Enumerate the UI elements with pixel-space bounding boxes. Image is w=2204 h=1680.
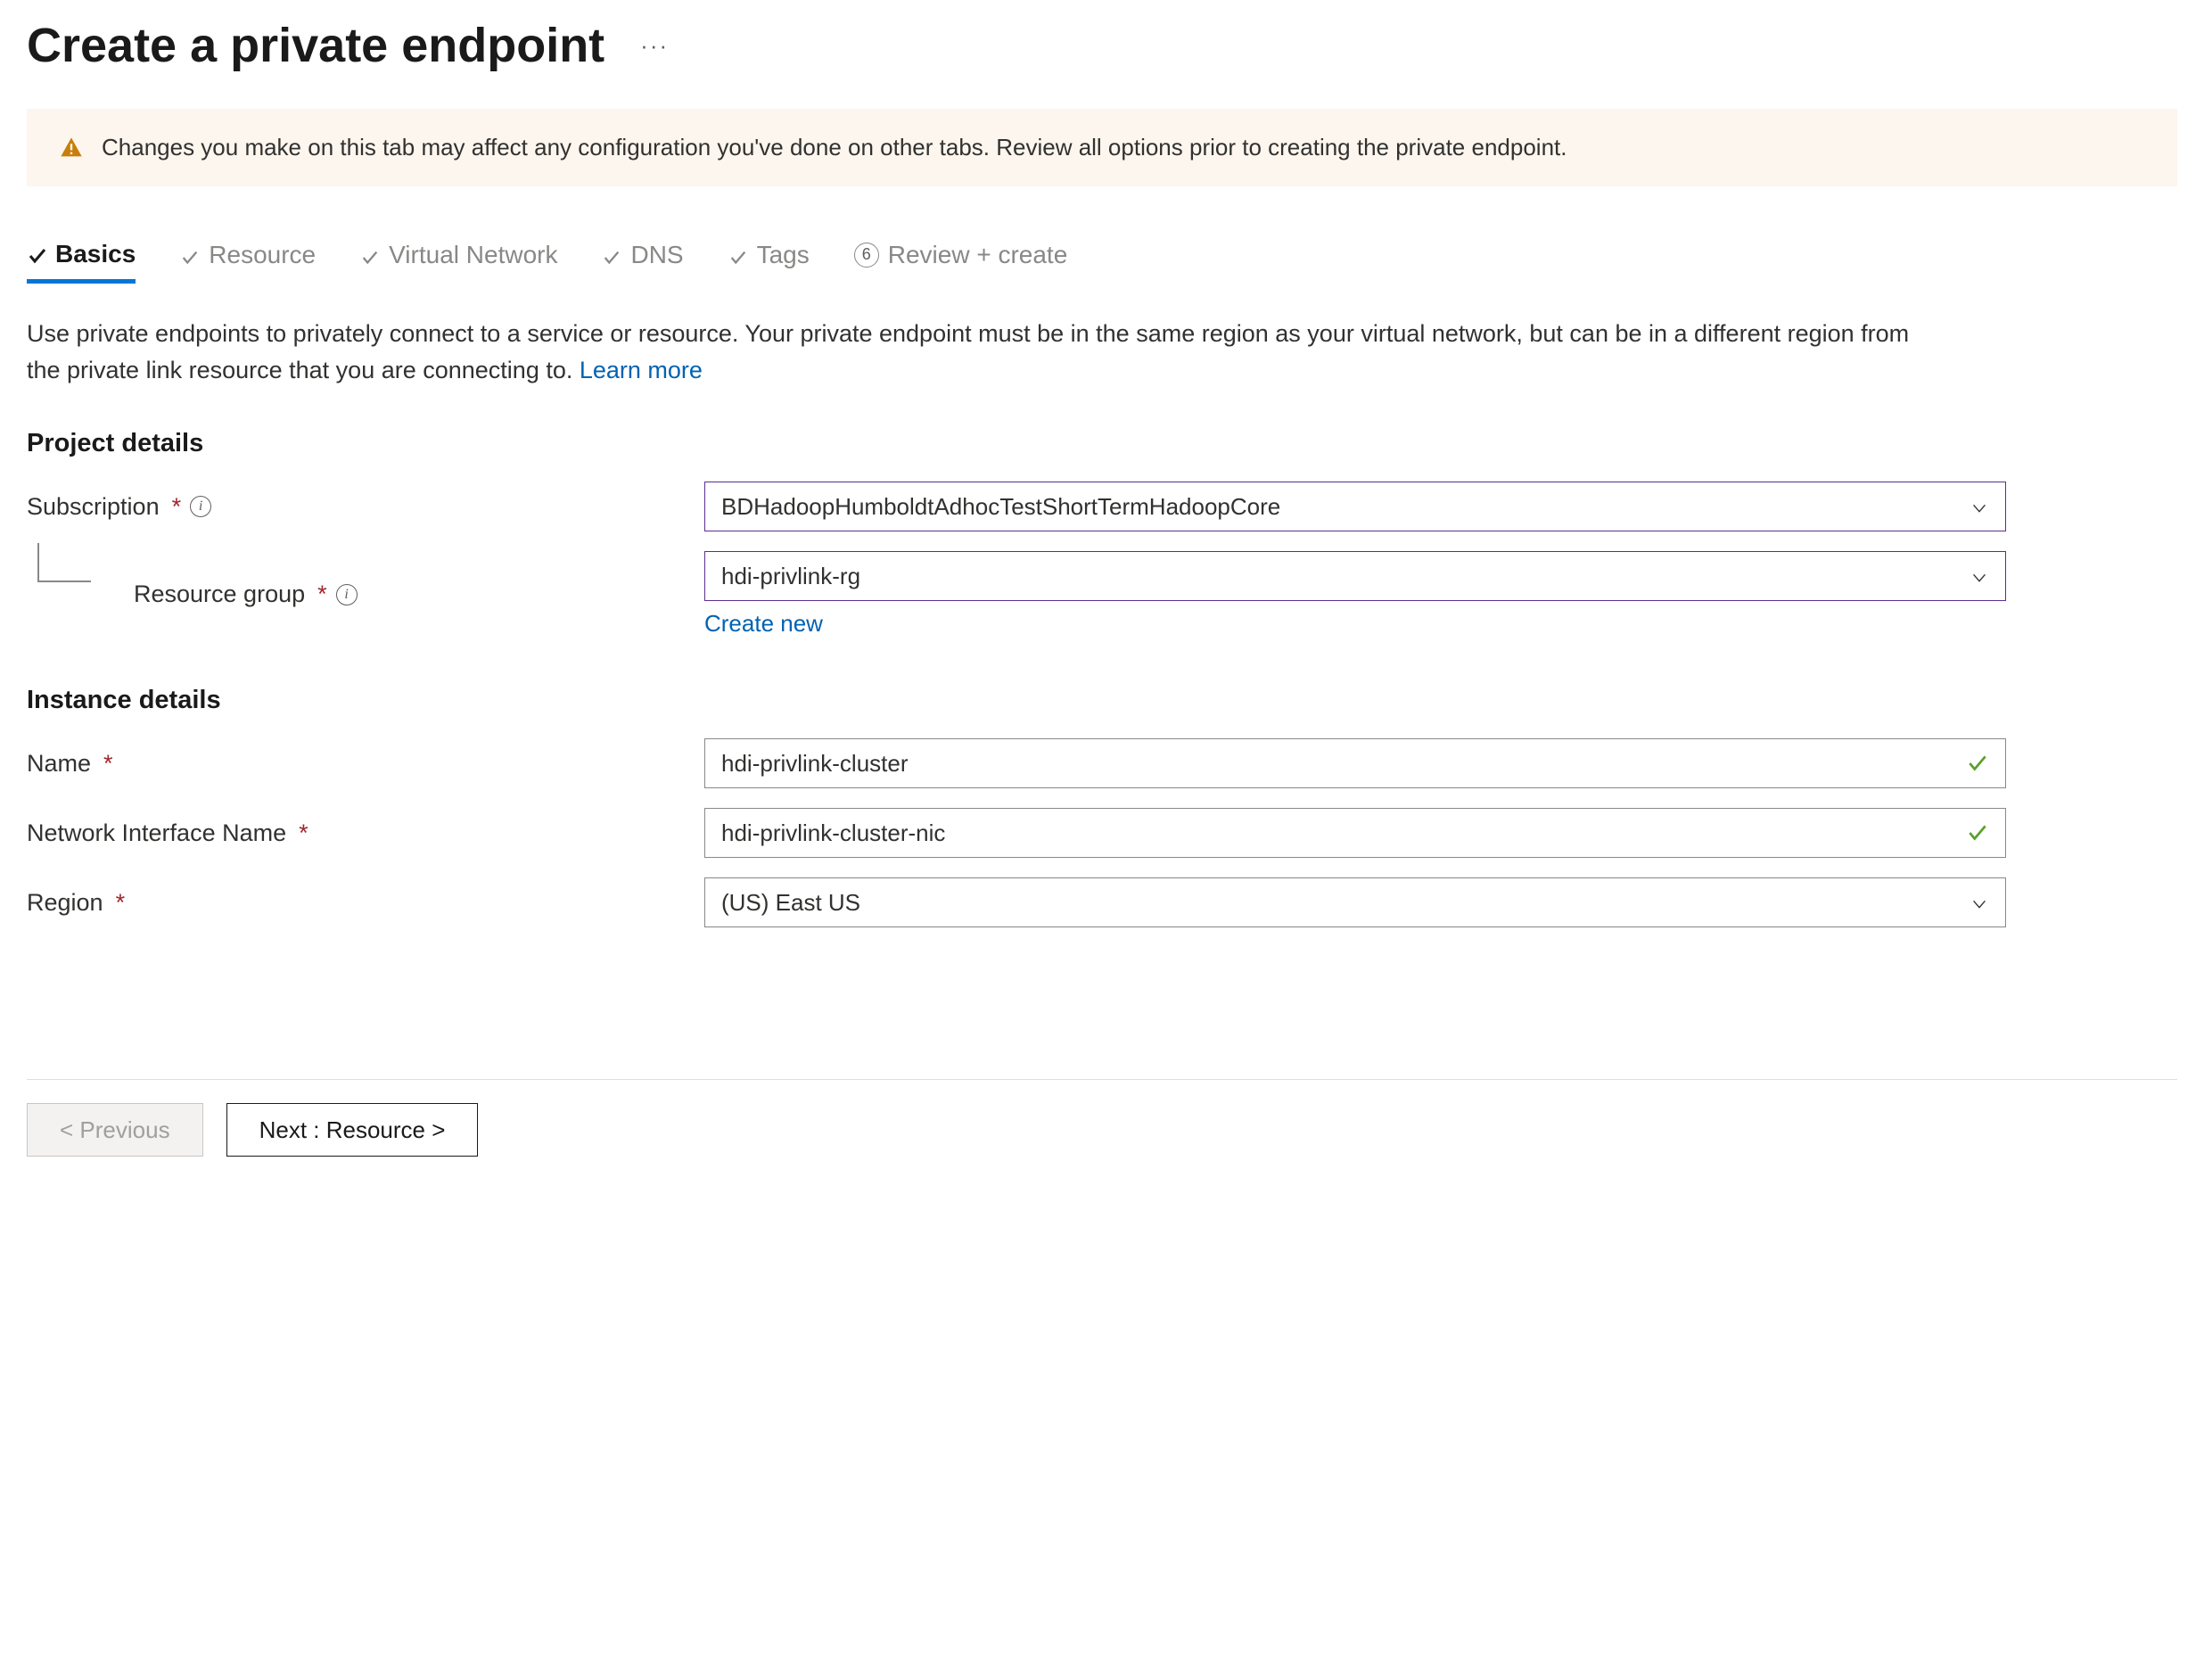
step-number-icon: 6	[854, 243, 879, 268]
tab-review-create[interactable]: 6 Review + create	[854, 240, 1068, 284]
tab-dns[interactable]: DNS	[602, 240, 683, 284]
label-subscription: Subscription	[27, 493, 160, 521]
input-value: hdi-privlink-cluster	[721, 750, 1966, 778]
tab-virtual-network[interactable]: Virtual Network	[360, 240, 557, 284]
tab-basics[interactable]: Basics	[27, 240, 136, 284]
required-marker: *	[317, 581, 327, 608]
section-project-details: Project details	[27, 429, 2177, 458]
valid-check-icon	[1966, 752, 1989, 775]
learn-more-link[interactable]: Learn more	[580, 357, 703, 383]
row-resource-group: Resource group * i hdi-privlink-rg Creat…	[27, 551, 2177, 638]
check-icon	[360, 245, 380, 265]
row-region: Region * (US) East US	[27, 877, 2177, 927]
tab-label: Virtual Network	[389, 241, 557, 269]
tree-connector-icon	[37, 543, 91, 582]
select-resource-group[interactable]: hdi-privlink-rg	[704, 551, 2006, 601]
input-nic-name[interactable]: hdi-privlink-cluster-nic	[704, 808, 2006, 858]
select-value: BDHadoopHumboldtAdhocTestShortTermHadoop…	[721, 493, 1280, 521]
tab-label: Tags	[757, 241, 810, 269]
chevron-down-icon	[1970, 566, 1989, 586]
required-marker: *	[172, 493, 182, 521]
check-icon	[602, 245, 621, 265]
page-title: Create a private endpoint	[27, 18, 604, 73]
input-value: hdi-privlink-cluster-nic	[721, 819, 1966, 847]
tab-label: Resource	[209, 241, 316, 269]
tabs: Basics Resource Virtual Network DNS Tags…	[27, 240, 2177, 284]
tab-label: Basics	[55, 240, 136, 268]
check-icon	[728, 245, 748, 265]
chevron-down-icon	[1970, 893, 1989, 912]
select-value: hdi-privlink-rg	[721, 563, 860, 590]
row-nic-name: Network Interface Name * hdi-privlink-cl…	[27, 808, 2177, 858]
tab-tags[interactable]: Tags	[728, 240, 810, 284]
tab-label: DNS	[630, 241, 683, 269]
label-nic-name: Network Interface Name	[27, 819, 286, 847]
warning-icon	[59, 136, 84, 161]
required-marker: *	[103, 750, 113, 778]
chevron-down-icon	[1970, 497, 1989, 516]
page-header: Create a private endpoint ···	[27, 18, 2177, 73]
input-name[interactable]: hdi-privlink-cluster	[704, 738, 2006, 788]
description-text: Use private endpoints to privately conne…	[27, 316, 1944, 388]
label-resource-group: Resource group	[134, 581, 305, 608]
previous-button[interactable]: < Previous	[27, 1103, 203, 1157]
required-marker: *	[116, 889, 126, 917]
row-subscription: Subscription * i BDHadoopHumboldtAdhocTe…	[27, 482, 2177, 531]
label-region: Region	[27, 889, 103, 917]
warning-text: Changes you make on this tab may affect …	[102, 134, 1567, 161]
valid-check-icon	[1966, 821, 1989, 844]
next-button[interactable]: Next : Resource >	[226, 1103, 479, 1157]
check-icon	[180, 245, 200, 265]
info-icon[interactable]: i	[336, 584, 358, 605]
section-instance-details: Instance details	[27, 686, 2177, 715]
check-icon	[27, 244, 46, 264]
select-value: (US) East US	[721, 889, 860, 917]
label-name: Name	[27, 750, 91, 778]
footer: < Previous Next : Resource >	[27, 1079, 2177, 1157]
more-icon[interactable]: ···	[640, 32, 669, 60]
required-marker: *	[299, 819, 308, 847]
create-new-link[interactable]: Create new	[704, 610, 823, 638]
warning-banner: Changes you make on this tab may affect …	[27, 109, 2177, 186]
tab-label: Review + create	[888, 241, 1068, 269]
select-region[interactable]: (US) East US	[704, 877, 2006, 927]
row-name: Name * hdi-privlink-cluster	[27, 738, 2177, 788]
info-icon[interactable]: i	[190, 496, 211, 517]
select-subscription[interactable]: BDHadoopHumboldtAdhocTestShortTermHadoop…	[704, 482, 2006, 531]
tab-resource[interactable]: Resource	[180, 240, 316, 284]
